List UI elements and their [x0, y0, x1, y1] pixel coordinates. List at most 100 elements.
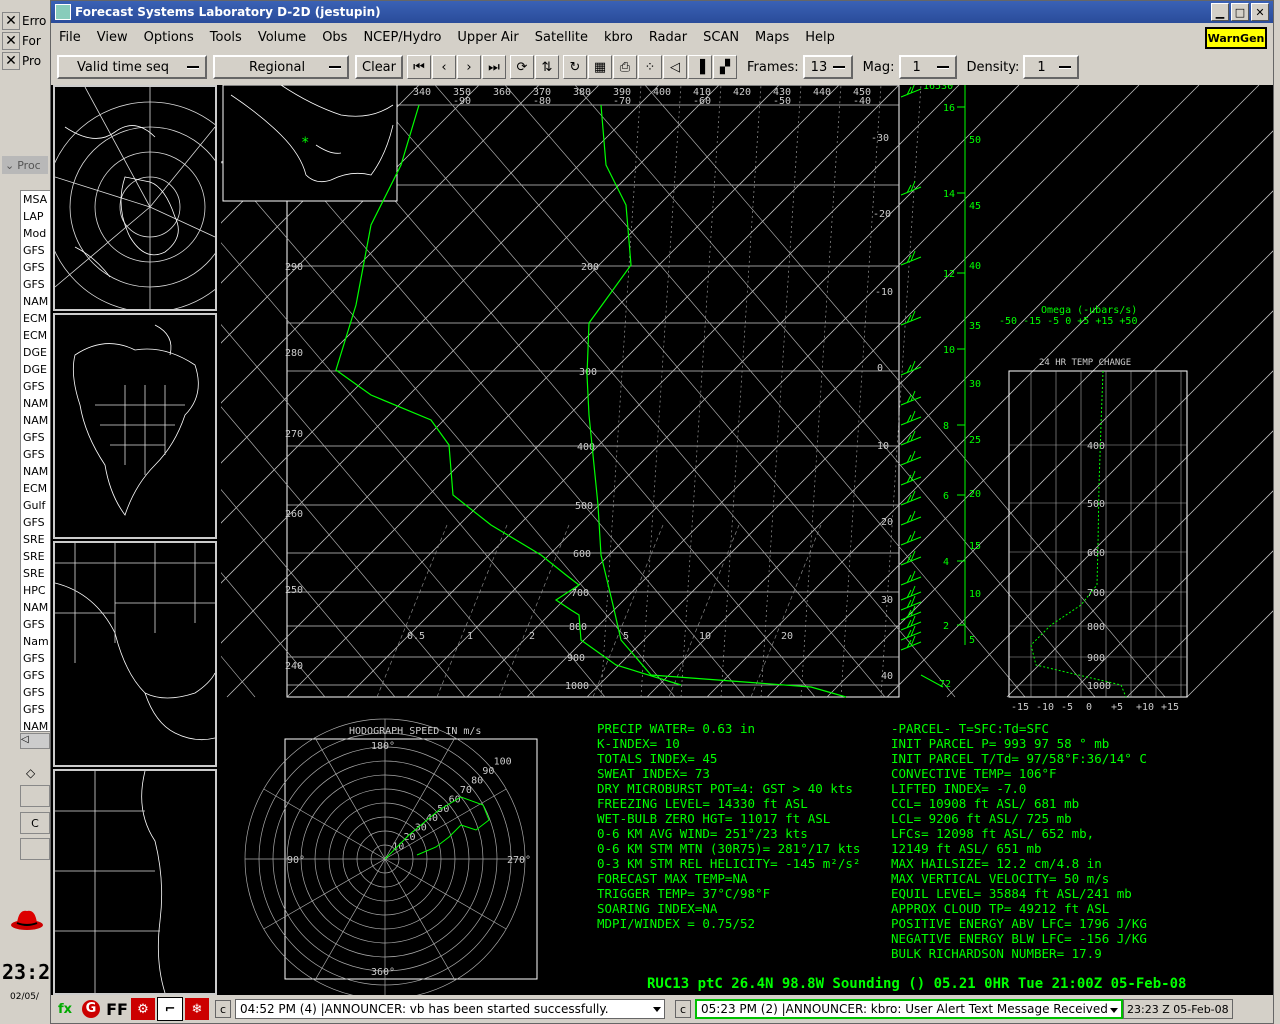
menu-ncep-hydro[interactable]: NCEP/Hydro [355, 30, 449, 45]
proc-list-item[interactable]: GFS [21, 378, 51, 395]
message-2-button[interactable]: c [675, 1000, 691, 1018]
menu-scan[interactable]: SCAN [695, 30, 747, 45]
thumbnail-regional[interactable] [53, 541, 217, 767]
message-1[interactable]: 04:52 PM (4) |ANNOUNCER: vb has been sta… [235, 999, 665, 1019]
proc-list-item[interactable]: NAM [21, 718, 51, 731]
proc-list[interactable]: MSA LAP Mod GFS GFS GFS NAM ECM ECM DGE DGE GFS NAM N… [20, 190, 52, 732]
network-icon[interactable]: ⚙ [131, 998, 155, 1020]
proc-list-item[interactable]: SRE [21, 531, 51, 548]
proc-list-item[interactable]: GFS [21, 446, 51, 463]
proc-list-item[interactable]: GFS [21, 514, 51, 531]
menu-radar[interactable]: Radar [641, 30, 695, 45]
maximize-button[interactable]: □ [1231, 3, 1249, 21]
warngen-button[interactable]: WarnGen [1205, 27, 1267, 49]
notify-icon[interactable]: ⌐ [157, 997, 183, 1021]
frames-dropdown[interactable]: 13 [802, 55, 853, 79]
print-icon[interactable]: ⎙ [613, 55, 637, 79]
sounding-display[interactable]: 2003004005006007008009001000 -30-20-1001… [221, 85, 1273, 995]
index-line-right: LFCs= 12098 ft ASL/ 652 mb, [891, 826, 1094, 841]
g-icon[interactable]: G [79, 998, 103, 1020]
menu-help[interactable]: Help [797, 30, 843, 45]
single-panel-icon[interactable]: ▐ [688, 55, 712, 79]
proc-list-item[interactable]: GFS [21, 701, 51, 718]
proc-list-item[interactable]: ECM [21, 327, 51, 344]
proc-list-item[interactable]: GFS [21, 276, 51, 293]
menu-maps[interactable]: Maps [747, 30, 797, 45]
bg-row-forecast[interactable]: ✕ For [2, 32, 41, 50]
next-frame-icon[interactable]: › [457, 55, 481, 79]
proc-list-item[interactable]: SRE [21, 565, 51, 582]
minimize-button[interactable]: ▁ [1211, 3, 1229, 21]
isotherm-line [526, 85, 1140, 698]
menu-tools[interactable]: Tools [202, 30, 250, 45]
proc-list-item[interactable]: NAM [21, 463, 51, 480]
close-icon[interactable]: ✕ [2, 32, 20, 50]
proc-list-item[interactable]: GFS [21, 650, 51, 667]
bg-row-errors[interactable]: ✕ Erro [2, 12, 46, 30]
thumbnail-north-america[interactable] [53, 313, 217, 539]
proc-list-item[interactable]: GFS [21, 684, 51, 701]
proc-list-item[interactable]: DGE [21, 361, 51, 378]
menu-obs[interactable]: Obs [314, 30, 355, 45]
proc-list-item[interactable]: GFS [21, 242, 51, 259]
refresh-icon[interactable]: ↻ [563, 55, 587, 79]
proc-list-item[interactable]: Mod [21, 225, 51, 242]
swap-panes-icon[interactable]: ⇅ [535, 55, 559, 79]
scroll-left-button[interactable]: ◁ [20, 733, 50, 749]
display-area[interactable]: 200 300 400 500 600 700 800 900 1000 -30 -20 -10 0 1… [44, 85, 1273, 995]
proc-list-item[interactable]: GFS [21, 616, 51, 633]
proc-list-item[interactable]: MSA [21, 191, 51, 208]
bg-button[interactable] [20, 785, 50, 807]
proc-list-item[interactable]: NAM [21, 412, 51, 429]
loop-icon[interactable]: ⟳ [510, 55, 534, 79]
baselines-icon[interactable]: ◁ [663, 55, 687, 79]
ff-icon[interactable]: FF [105, 998, 129, 1020]
menu-options[interactable]: Options [136, 30, 202, 45]
prev-frame-icon[interactable]: ‹ [432, 55, 456, 79]
proc-list-item[interactable]: SRE [21, 548, 51, 565]
proc-list-item[interactable]: NAM [21, 395, 51, 412]
menu-volume[interactable]: Volume [250, 30, 314, 45]
proc-list-item[interactable]: LAP [21, 208, 51, 225]
points-icon[interactable]: ⁘ [638, 55, 662, 79]
proc-list-item[interactable]: ECM [21, 480, 51, 497]
clear-button[interactable]: Clear [355, 55, 403, 79]
four-panel-icon[interactable]: ▞ [713, 55, 737, 79]
first-frame-icon[interactable]: ⏮ [407, 55, 431, 79]
snowflake-icon[interactable]: ❄ [185, 998, 209, 1020]
scale-dropdown[interactable]: Regional [213, 55, 349, 79]
bg-row-process[interactable]: ✕ Pro [2, 52, 41, 70]
image-properties-icon[interactable]: ▦ [588, 55, 612, 79]
proc-list-item[interactable]: ECM [21, 310, 51, 327]
message-1-button[interactable]: c [215, 1000, 231, 1018]
density-dropdown[interactable]: 1 [1023, 55, 1080, 79]
fx-icon[interactable]: fx [53, 998, 77, 1020]
proc-list-item[interactable]: GFS [21, 429, 51, 446]
close-icon[interactable]: ✕ [2, 12, 20, 30]
mag-dropdown[interactable]: 1 [898, 55, 957, 79]
proc-list-item[interactable]: NAM [21, 599, 51, 616]
proc-list-item[interactable]: GFS [21, 259, 51, 276]
close-icon[interactable]: ✕ [2, 52, 20, 70]
proc-list-item[interactable]: Gulf [21, 497, 51, 514]
thumbnail-local[interactable] [53, 769, 217, 995]
menu-file[interactable]: File [51, 30, 89, 45]
redhat-logo-icon[interactable] [10, 905, 44, 931]
bg-button[interactable] [20, 838, 50, 860]
time-seq-dropdown[interactable]: Valid time seq [57, 55, 207, 79]
last-frame-icon[interactable]: ⏭ [482, 55, 506, 79]
proc-list-item[interactable]: HPC [21, 582, 51, 599]
menu-kbro[interactable]: kbro [596, 30, 641, 45]
proc-list-item[interactable]: GFS [21, 667, 51, 684]
message-2[interactable]: 05:23 PM (2) |ANNOUNCER: kbro: User Aler… [695, 999, 1123, 1019]
menu-view[interactable]: View [89, 30, 136, 45]
proc-list-item[interactable]: Nam [21, 633, 51, 650]
proc-list-item[interactable]: NAM [21, 293, 51, 310]
title-bar[interactable]: Forecast Systems Laboratory D-2D (jestup… [51, 1, 1273, 23]
proc-list-item[interactable]: DGE [21, 344, 51, 361]
menu-upper-air[interactable]: Upper Air [449, 30, 526, 45]
close-button[interactable]: ✕ [1251, 3, 1269, 21]
menu-satellite[interactable]: Satellite [527, 30, 596, 45]
bg-c-button[interactable]: C [20, 812, 50, 834]
thumbnail-northern-hemisphere[interactable] [44, 85, 256, 313]
